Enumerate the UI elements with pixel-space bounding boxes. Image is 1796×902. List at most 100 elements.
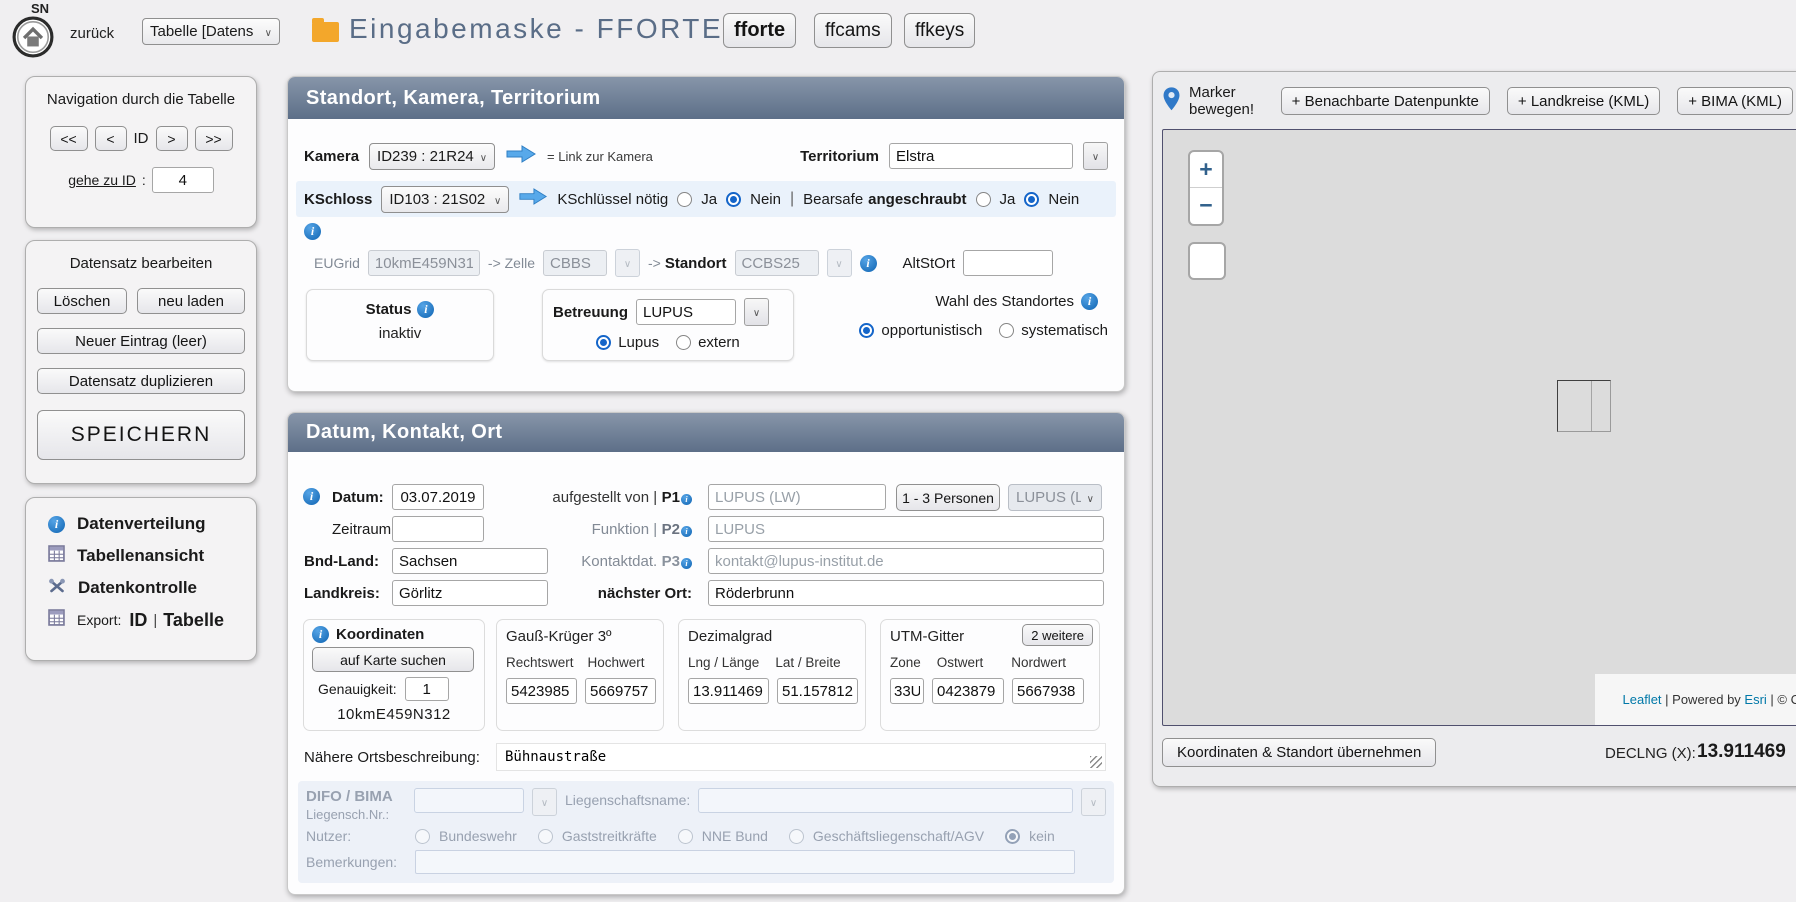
new-entry-button[interactable]: Neuer Eintrag (leer) (37, 328, 245, 354)
datum-input[interactable] (392, 484, 484, 510)
p1-info-icon[interactable] (681, 494, 692, 505)
apply-coordinates-button[interactable]: Koordinaten & Standort übernehmen (1162, 738, 1436, 767)
map-tile-placeholder (1557, 380, 1611, 432)
nutzer-nne-bund-radio (678, 829, 693, 844)
export-table-link[interactable]: Tabelle (163, 610, 224, 631)
link-datenverteilung[interactable]: Datenverteilung (26, 508, 256, 540)
altstort-input[interactable] (963, 250, 1053, 276)
p3-input[interactable] (708, 548, 1104, 574)
back-link[interactable]: zurück (70, 25, 114, 42)
nav-prev-button[interactable]: < (95, 126, 127, 151)
dez-col2-label: Lat / Breite (775, 655, 840, 670)
datapoints-button[interactable]: + Benachbarte Datenpunkte (1281, 87, 1490, 115)
utm-more-button[interactable]: 2 weitere (1022, 624, 1093, 646)
p1-select[interactable]: LUPUS (LW (1008, 484, 1102, 511)
kschluessel-nein-radio[interactable] (726, 192, 741, 207)
bearsafe-ja-radio[interactable] (976, 192, 991, 207)
territorium-input[interactable] (889, 143, 1073, 169)
link-label: Datenkontrolle (78, 578, 197, 598)
duplicate-button[interactable]: Datensatz duplizieren (37, 368, 245, 394)
link-datenkontrolle[interactable]: Datenkontrolle (26, 572, 256, 604)
ortsbeschreibung-textarea[interactable]: Bühnaustraße (496, 743, 1106, 771)
edit-panel-title: Datensatz bearbeiten (26, 255, 256, 272)
kamera-select[interactable]: ID239 : 21R24 (369, 143, 495, 170)
delete-button[interactable]: Löschen (37, 288, 127, 314)
map-layers-button[interactable] (1188, 242, 1226, 280)
kschloss-select[interactable]: ID103 : 21S02 (381, 186, 509, 213)
table-select[interactable]: Tabelle [Datens (142, 18, 280, 45)
betreuung-dropdown-button[interactable] (744, 298, 769, 326)
landkreise-kml-button[interactable]: + Landkreise (KML) (1507, 87, 1660, 115)
p2-input[interactable] (708, 516, 1104, 542)
kschluessel-ja-radio[interactable] (677, 192, 692, 207)
personen-button[interactable]: 1 - 3 Personen (896, 484, 1000, 511)
betreuung-lupus-radio[interactable] (596, 335, 611, 350)
nutzer-gaststreitkraefte-radio (538, 829, 553, 844)
chevron-down-icon (1087, 489, 1094, 506)
koordinaten-info-icon[interactable] (312, 626, 329, 643)
utm-nordwert-input[interactable] (1012, 678, 1084, 704)
kamera-select-value: ID239 : 21R24 (377, 148, 474, 165)
hochwert-input[interactable] (585, 678, 656, 704)
rechtswert-input[interactable] (506, 678, 577, 704)
p2-info-icon[interactable] (681, 526, 692, 537)
link-tabellenansicht[interactable]: Tabellenansicht (26, 540, 256, 572)
home-icon (12, 45, 54, 62)
standort-label: Standort (665, 255, 727, 272)
status-box: Status inaktiv (306, 289, 494, 361)
p3-info-icon[interactable] (681, 558, 692, 569)
home-button[interactable]: SN (8, 1, 58, 63)
tab-ffkeys[interactable]: ffkeys (904, 13, 975, 48)
tab-fforte[interactable]: fforte (723, 13, 796, 48)
export-id-link[interactable]: ID (129, 610, 147, 631)
zoom-in-button[interactable]: + (1190, 152, 1222, 187)
nav-last-button[interactable]: >> (195, 126, 233, 151)
link-arrow-icon[interactable] (505, 144, 537, 169)
p1-input[interactable] (708, 484, 886, 510)
utm-zone-input[interactable] (890, 678, 924, 704)
link-arrow-icon[interactable] (518, 187, 548, 211)
kschluessel-ja-label: Ja (701, 191, 717, 208)
wahl-systematisch-radio[interactable] (999, 323, 1014, 338)
utm-ostwert-input[interactable] (932, 678, 1004, 704)
nav-next-button[interactable]: > (156, 126, 188, 151)
territorium-dropdown-button[interactable] (1083, 142, 1108, 170)
map-area[interactable]: + − Leaflet | Powered by Esri | © C (1162, 129, 1796, 726)
kschloss-label: KSchloss (304, 191, 372, 208)
attribution-separator: | (1662, 692, 1673, 707)
bima-kml-button[interactable]: + BIMA (KML) (1677, 87, 1793, 115)
goto-id-input[interactable] (152, 167, 214, 193)
save-button[interactable]: SPEICHERN (37, 410, 245, 460)
status-info-icon[interactable] (417, 301, 434, 318)
datum-info-icon[interactable] (303, 488, 320, 505)
bndland-label: Bnd-Land: (304, 553, 379, 570)
nav-id-label: ID (134, 130, 149, 147)
tab-ffcams[interactable]: ffcams (814, 13, 892, 48)
standort-info-icon[interactable] (860, 255, 877, 272)
genauigkeit-label: Genauigkeit: (318, 681, 397, 697)
leaflet-link[interactable]: Leaflet (1623, 692, 1662, 707)
esri-link[interactable]: Esri (1744, 692, 1766, 707)
navigation-panel: Navigation durch die Tabelle << < ID > >… (25, 76, 257, 228)
lat-input[interactable] (777, 678, 858, 704)
karte-suchen-button[interactable]: auf Karte suchen (312, 647, 474, 672)
zeitraum-input[interactable] (392, 516, 484, 542)
zoom-out-button[interactable]: − (1190, 187, 1222, 223)
betreuung-extern-radio[interactable] (676, 335, 691, 350)
dez-col1-label: Lng / Länge (688, 655, 759, 670)
ort-input[interactable] (708, 580, 1104, 606)
wahl-info-icon[interactable] (1081, 293, 1098, 310)
goto-id-link[interactable]: gehe zu ID (68, 172, 136, 188)
reload-button[interactable]: neu laden (137, 288, 245, 314)
zeitraum-label: Zeitraum: (332, 521, 395, 538)
nav-first-button[interactable]: << (50, 126, 88, 151)
genauigkeit-input[interactable] (405, 677, 449, 701)
betreuung-input[interactable] (636, 299, 736, 325)
bearsafe-nein-radio[interactable] (1024, 192, 1039, 207)
lng-input[interactable] (688, 678, 769, 704)
betreuung-label: Betreuung (553, 304, 628, 321)
wahl-opportunistisch-radio[interactable] (859, 323, 874, 338)
kschloss-info-icon[interactable] (304, 223, 321, 240)
status-value: inaktiv (379, 325, 422, 342)
resize-handle[interactable] (1090, 756, 1102, 768)
